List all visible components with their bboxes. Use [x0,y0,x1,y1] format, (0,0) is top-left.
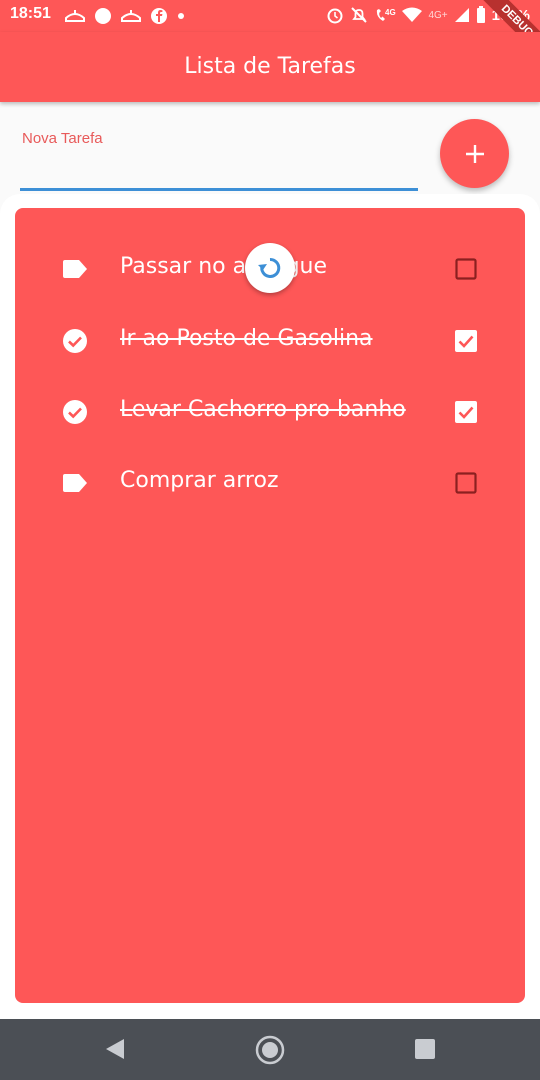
signal-icon [454,8,469,22]
status-time: 18:51 [10,5,51,22]
refresh-icon [258,257,281,278]
notification-icon [65,10,85,22]
checkbox-unchecked[interactable] [455,258,477,280]
plus-icon [465,144,484,163]
facebook-icon [151,8,167,24]
list-item[interactable]: Levar Cachorro pro banho [15,387,525,437]
checkbox-checked[interactable] [455,330,477,352]
small-dot-icon [178,13,184,19]
battery-icon [476,6,485,23]
alarm-icon [327,8,343,24]
volte-icon: 4G [377,8,396,21]
list-item[interactable]: Comprar arroz [15,458,525,508]
task-label: Comprar arroz [120,468,279,493]
wifi-icon [402,7,423,22]
dot-icon [95,8,111,24]
status-left-icons [64,7,186,25]
list-item[interactable]: Ir ao Posto de Gasolina [15,316,525,366]
checkbox-unchecked[interactable] [455,472,477,494]
input-underline [20,188,418,191]
app-bar: Lista de Tarefas [0,32,540,102]
new-task-label: Nova Tarefa [22,130,103,147]
task-label: Levar Cachorro pro banho [120,397,406,422]
recents-icon[interactable] [414,1038,436,1060]
refresh-indicator [245,243,295,293]
check-circle-icon [63,329,87,353]
status-bar: 18:51 4G 4G+ 100% DEBUG [0,0,540,67]
network-type-label: 4G+ [428,9,448,21]
page-title: Lista de Tarefas [184,54,356,79]
back-icon[interactable] [104,1037,126,1061]
svg-text:4G: 4G [385,8,396,17]
add-task-button[interactable] [440,119,509,188]
check-circle-icon [63,400,87,424]
task-label: Passar no açougue [120,254,328,279]
mute-icon [351,7,368,23]
home-icon[interactable] [255,1035,285,1065]
label-icon [63,474,87,492]
checkbox-checked[interactable] [455,401,477,423]
label-icon [63,260,87,278]
task-label: Ir ao Posto de Gasolina [120,326,373,351]
new-task-input[interactable] [20,150,418,186]
notification-icon [121,10,141,22]
navigation-bar [0,1019,540,1080]
